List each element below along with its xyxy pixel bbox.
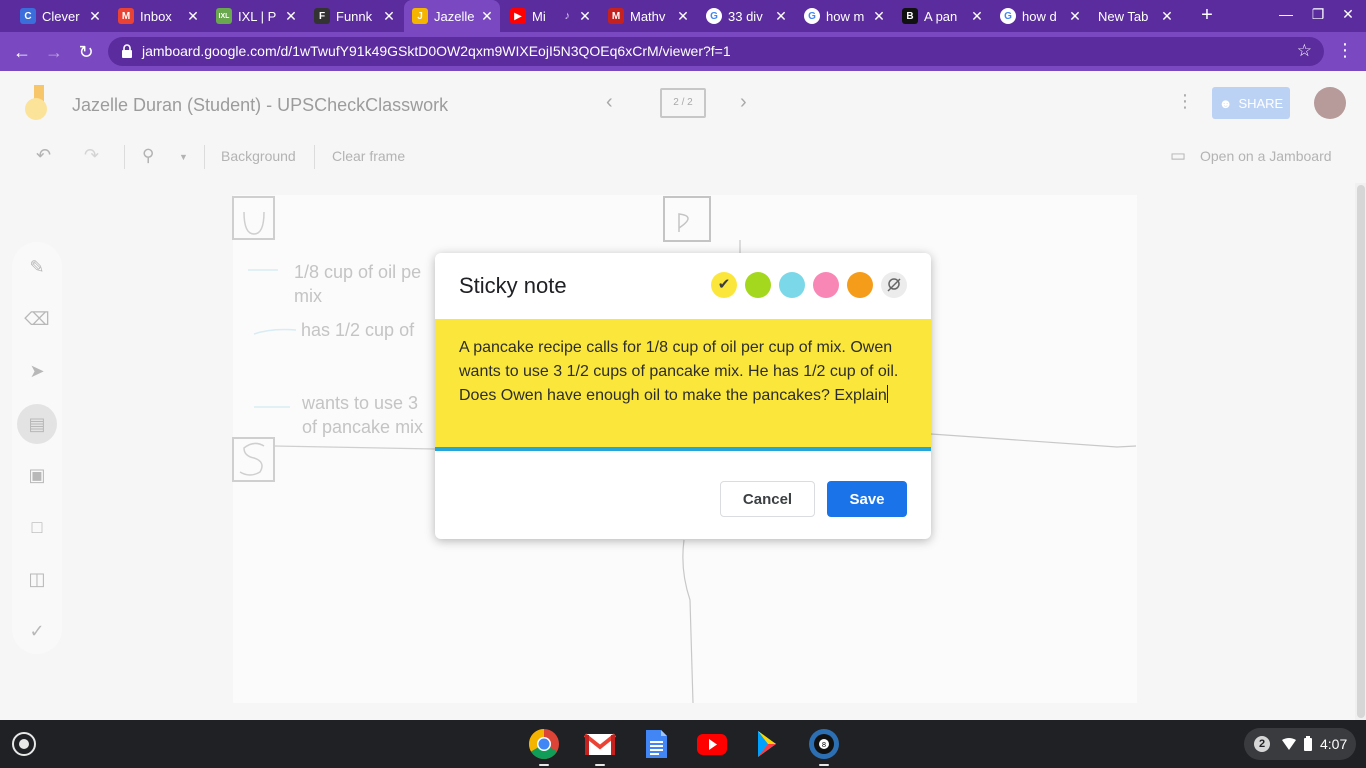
image-icon[interactable]: ▣: [24, 462, 50, 488]
notification-badge[interactable]: 2: [1254, 736, 1270, 752]
shape-icon[interactable]: □: [24, 514, 50, 540]
drawn-box-u: [232, 196, 275, 240]
canvas-text: 1/8 cup of oil pe: [294, 262, 422, 282]
taskbar: 8: [0, 720, 1366, 768]
canvas-text: of pancake mix: [302, 417, 424, 437]
laser-icon[interactable]: ✓: [24, 618, 50, 644]
app-running-indicator: [819, 764, 829, 766]
cancel-button[interactable]: Cancel: [720, 481, 815, 517]
drawn-letter-p: [678, 213, 689, 232]
drawn-vertical-line-bottom: [682, 539, 694, 704]
battery-icon: [1304, 736, 1312, 751]
pool-game-icon[interactable]: 8: [808, 728, 840, 760]
wifi-icon: [1282, 738, 1296, 750]
youtube-icon[interactable]: [696, 728, 728, 760]
sticky-note-icon[interactable]: ▤: [17, 404, 57, 444]
app-running-indicator: [539, 764, 549, 766]
color-swatch[interactable]: [847, 272, 873, 298]
drawn-letter-u: [243, 211, 265, 235]
color-swatch[interactable]: ✔: [711, 272, 737, 298]
color-swatch[interactable]: [779, 272, 805, 298]
scrollbar-thumb[interactable]: [1357, 185, 1365, 718]
svg-text:8: 8: [822, 741, 826, 749]
chrome-icon[interactable]: [528, 728, 560, 760]
dialog-title: Sticky note: [459, 273, 567, 298]
play-store-icon[interactable]: [752, 728, 784, 760]
sticky-note-text[interactable]: A pancake recipe calls for 1/8 cup of oi…: [459, 336, 915, 408]
sticky-note-dialog: Sticky note ✔ A pancake recipe calls for…: [435, 253, 931, 539]
clock: 4:07: [1320, 736, 1348, 752]
canvas-text: has 1/2 cup of: [301, 320, 415, 340]
text-box-icon[interactable]: ◫: [24, 566, 50, 592]
sticky-note-textarea[interactable]: A pancake recipe calls for 1/8 cup of oi…: [435, 319, 931, 451]
color-swatch[interactable]: [745, 272, 771, 298]
drawn-horizontal-line-right: [930, 433, 1137, 448]
eraser-icon[interactable]: ⌫: [24, 306, 50, 332]
drawn-dash: [253, 328, 297, 335]
canvas-text: wants to use 3: [302, 393, 419, 413]
pen-icon[interactable]: ✎: [24, 254, 50, 280]
launcher-icon[interactable]: [12, 732, 36, 756]
status-tray[interactable]: 2 4:07: [1244, 728, 1356, 760]
color-swatch[interactable]: [813, 272, 839, 298]
gmail-icon[interactable]: [584, 728, 616, 760]
drawn-letter-s: [239, 442, 265, 476]
text-caret: [886, 385, 888, 403]
drawn-horizontal-line-left: [273, 445, 436, 450]
check-icon: ✔: [717, 276, 731, 293]
select-icon[interactable]: ➤: [24, 358, 50, 384]
app-running-indicator: [595, 764, 605, 766]
docs-icon[interactable]: [640, 728, 672, 760]
drawn-box-p: [663, 196, 711, 242]
color-disabled-icon[interactable]: [881, 272, 907, 298]
canvas-text: mix: [294, 286, 322, 306]
save-button[interactable]: Save: [827, 481, 907, 517]
no-color-icon: [887, 278, 901, 292]
tool-palette: ✎ ⌫ ➤ ▤ ▣ □ ◫ ✓: [12, 242, 62, 654]
